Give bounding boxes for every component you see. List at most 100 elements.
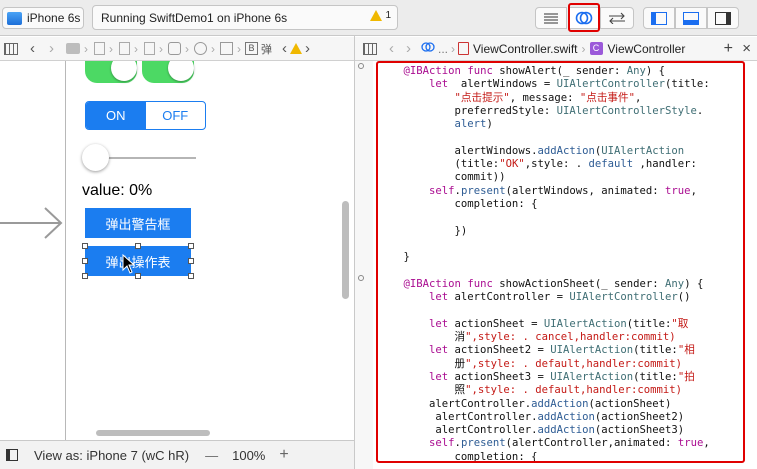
show-action-sheet-button[interactable]: 弹出操作表 bbox=[85, 246, 191, 276]
chevron-icon: › bbox=[451, 41, 456, 56]
code-line: commit)) bbox=[378, 171, 506, 184]
warning-icon bbox=[370, 10, 383, 21]
segment-on[interactable]: ON bbox=[86, 102, 146, 129]
segment-off[interactable]: OFF bbox=[146, 102, 206, 129]
chevron-icon: › bbox=[134, 41, 138, 56]
element-name[interactable]: 弹 bbox=[261, 41, 272, 57]
slider-thumb[interactable] bbox=[82, 144, 109, 171]
resize-handle[interactable] bbox=[135, 243, 141, 249]
resize-handle[interactable] bbox=[82, 258, 88, 264]
file-icon[interactable] bbox=[94, 42, 105, 55]
chevron-icon: › bbox=[109, 41, 113, 56]
forward-arrow-icon[interactable]: › bbox=[406, 40, 411, 57]
storyboard-icon[interactable] bbox=[144, 42, 155, 55]
app-icon bbox=[7, 11, 22, 25]
version-editor-button[interactable] bbox=[600, 7, 634, 29]
resize-handle[interactable] bbox=[188, 258, 194, 264]
entry-arrow-icon bbox=[0, 207, 63, 239]
segmented-control[interactable]: ON OFF bbox=[85, 101, 206, 130]
back-arrow-icon[interactable]: ‹ bbox=[30, 40, 35, 57]
code-line: alert) bbox=[454, 118, 493, 131]
resize-handle[interactable] bbox=[82, 243, 88, 249]
debug-toggle-button[interactable] bbox=[675, 7, 707, 29]
ib-canvas[interactable]: ON OFF value: 0% 弹出警告框 弹出操作表 bbox=[0, 61, 354, 440]
chevron-icon: › bbox=[581, 41, 586, 56]
zoom-level[interactable]: 100% bbox=[232, 448, 265, 463]
value-label: value: 0% bbox=[82, 182, 153, 199]
code-line: @IBAction func showAlert(_ sender: Any) … bbox=[403, 65, 666, 77]
standard-editor-button[interactable] bbox=[535, 7, 567, 29]
document-outline-icon[interactable] bbox=[6, 449, 18, 461]
code-line: self.present(alertWindows, animated: tru… bbox=[429, 184, 697, 197]
status-text: Running SwiftDemo1 on iPhone 6s bbox=[101, 10, 288, 25]
highlight-box-assistant bbox=[568, 3, 600, 32]
code-line: (title:"OK",style: . default ,handler: bbox=[378, 158, 697, 171]
code-line: let actionSheet2 = UIAlertAction(title:"… bbox=[429, 344, 695, 357]
resize-handle[interactable] bbox=[82, 273, 88, 279]
prev-issue-icon[interactable]: ‹ bbox=[282, 40, 287, 57]
code-line: let alertWindows = UIAlertController(tit… bbox=[429, 78, 710, 91]
add-editor-icon[interactable]: + bbox=[724, 40, 733, 58]
code-line: let actionSheet3 = UIAlertAction(title:"… bbox=[429, 370, 695, 383]
code-line: }) bbox=[378, 224, 468, 237]
warning-indicator[interactable]: 1 bbox=[370, 10, 391, 21]
switch-1[interactable] bbox=[85, 61, 137, 83]
back-arrow-icon[interactable]: ‹ bbox=[389, 40, 394, 57]
resize-handle[interactable] bbox=[188, 273, 194, 279]
code-line: alertController.addAction(actionSheet3) bbox=[378, 424, 685, 437]
scheme-device: iPhone 6s bbox=[27, 11, 81, 25]
activity-status: Running SwiftDemo1 on iPhone 6s 1 bbox=[92, 5, 398, 30]
file-icon[interactable] bbox=[119, 42, 130, 55]
canvas-bottom-bar: View as: iPhone 7 (wC hR) — 100% + bbox=[0, 440, 355, 469]
scheme-selector[interactable]: iPhone 6s bbox=[2, 7, 84, 29]
next-issue-icon[interactable]: › bbox=[305, 40, 310, 57]
related-items-icon[interactable] bbox=[4, 42, 18, 55]
view-as-label[interactable]: View as: iPhone 7 (wC hR) bbox=[34, 448, 189, 463]
outlet-connection-icon[interactable] bbox=[358, 63, 364, 69]
vertical-scrollbar[interactable] bbox=[342, 201, 349, 299]
switch-knob bbox=[111, 61, 137, 81]
utilities-toggle-button[interactable] bbox=[707, 7, 739, 29]
zoom-in-button[interactable]: + bbox=[279, 446, 288, 464]
breadcrumb-file[interactable]: ViewController.swift bbox=[473, 42, 577, 56]
switch-knob bbox=[168, 61, 194, 81]
scene-icon[interactable] bbox=[168, 42, 181, 55]
close-editor-icon[interactable]: × bbox=[742, 40, 751, 57]
view-icon[interactable] bbox=[220, 42, 233, 55]
code-line: alertController.addAction(actionSheet2) bbox=[378, 410, 685, 423]
chevron-icon: › bbox=[237, 41, 241, 56]
code-gutter bbox=[355, 61, 373, 469]
button-element-icon[interactable]: B bbox=[245, 42, 258, 55]
chevron-icon: › bbox=[211, 41, 215, 56]
breadcrumb-ellipsis[interactable]: ... bbox=[438, 42, 448, 56]
breadcrumb-class[interactable]: ViewController bbox=[608, 42, 686, 56]
code-line: preferredStyle: UIAlertControllerStyle. bbox=[378, 104, 704, 117]
code-line: completion: { bbox=[378, 198, 538, 210]
code-line: 照",style: . default,handler:commit) bbox=[378, 384, 682, 397]
code-line: self.present(alertController,animated: t… bbox=[429, 437, 710, 450]
outlet-connection-icon[interactable] bbox=[358, 275, 364, 281]
chevron-icon: › bbox=[185, 41, 189, 56]
code-line: alertWindows.addAction(UIAlertAction bbox=[378, 144, 685, 157]
horizontal-scrollbar[interactable] bbox=[96, 430, 210, 436]
chevron-icon: › bbox=[84, 41, 88, 56]
code-line: let alertController = UIAlertController(… bbox=[429, 291, 691, 304]
assistant-rings-icon[interactable] bbox=[421, 41, 435, 56]
mouse-cursor-icon bbox=[122, 254, 136, 274]
code-line: "点击提示", message: "点击事件", bbox=[454, 91, 642, 104]
warning-icon[interactable] bbox=[290, 43, 302, 54]
forward-arrow-icon[interactable]: › bbox=[49, 40, 54, 57]
folder-icon[interactable] bbox=[66, 43, 80, 54]
view-controller-icon[interactable] bbox=[194, 42, 207, 55]
resize-handle[interactable] bbox=[188, 243, 194, 249]
right-panel-icon bbox=[715, 11, 731, 25]
navigator-toggle-button[interactable] bbox=[643, 7, 675, 29]
switch-2[interactable] bbox=[142, 61, 194, 83]
code-editor[interactable]: @IBAction func showAlert(_ sender: Any) … bbox=[376, 61, 745, 463]
zoom-out-button[interactable]: — bbox=[205, 448, 218, 463]
warning-count: 1 bbox=[385, 10, 391, 21]
related-items-icon[interactable] bbox=[363, 42, 377, 55]
show-alert-button[interactable]: 弹出警告框 bbox=[85, 208, 191, 238]
scene-left-edge bbox=[65, 61, 66, 440]
code-line: let actionSheet = UIAlertAction(title:"取 bbox=[429, 317, 689, 330]
